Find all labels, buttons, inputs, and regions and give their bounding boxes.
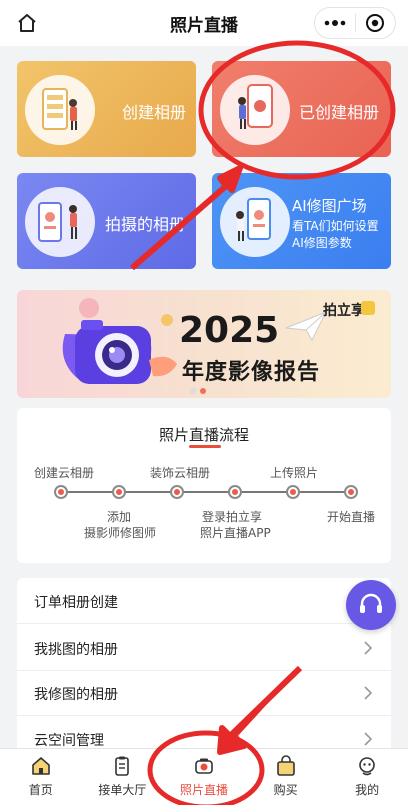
headset-icon <box>360 593 382 613</box>
top-bar: 照片直播 <box>0 0 408 46</box>
tab-label: 我的 <box>355 783 380 797</box>
banner-year: 2025 <box>179 310 280 351</box>
menu-list: 订单相册创建 我挑图的相册 我修图的相册 云空间管理 <box>17 578 391 748</box>
timeline-dot <box>344 485 358 499</box>
chevron-right-icon <box>363 731 373 748</box>
list-item-label: 云空间管理 <box>34 733 104 748</box>
shopping-bag-icon <box>274 754 298 778</box>
card-subtitle: 看TA们如何设置 <box>292 219 379 233</box>
timeline-dot <box>170 485 184 499</box>
mini-program-capsule <box>314 7 396 39</box>
create-album-card[interactable]: 创建相册 <box>17 61 196 157</box>
user-face-icon <box>355 754 379 778</box>
timeline-dot <box>228 485 242 499</box>
home-icon[interactable] <box>14 10 40 36</box>
process-step: 添加 <box>107 510 132 524</box>
home-tab-icon <box>29 754 53 778</box>
card-label: AI修图广场 <box>292 197 367 215</box>
process-step: 上传照片 <box>270 466 319 480</box>
list-item[interactable]: 订单相册创建 <box>17 578 391 624</box>
list-item[interactable]: 我挑图的相册 <box>17 625 391 671</box>
pager-dot-active <box>200 388 206 394</box>
process-step: 开始直播 <box>327 510 376 524</box>
created-albums-card[interactable]: 已创建相册 <box>212 61 391 157</box>
banner-subtitle: 年度影像报告 <box>182 360 321 385</box>
ai-retouch-plaza-card[interactable]: AI修图广场 看TA们如何设置 AI修图参数 <box>212 173 391 269</box>
chevron-right-icon <box>363 685 373 705</box>
tab-order-hall[interactable]: 接单大厅 <box>82 749 164 805</box>
bottom-tab-bar: 首页 接单大厅 照片直播 购买 我的 <box>0 748 408 805</box>
list-item[interactable]: 我修图的相册 <box>17 670 391 716</box>
card-subtitle: AI修图参数 <box>292 236 352 250</box>
pager-dot <box>190 388 196 394</box>
process-step: 创建云相册 <box>34 466 95 480</box>
annual-report-banner[interactable]: 拍立享 2025 年度影像报告 <box>17 290 391 398</box>
list-item[interactable]: 云空间管理 <box>17 716 391 748</box>
more-icon[interactable] <box>315 8 355 38</box>
tab-photo-live[interactable]: 照片直播 <box>163 749 245 805</box>
customer-service-button[interactable] <box>346 580 396 630</box>
ai-retouch-illustration <box>220 187 290 257</box>
process-step: 装饰云相册 <box>150 466 211 480</box>
timeline-dot <box>54 485 68 499</box>
tab-buy[interactable]: 购买 <box>245 749 327 805</box>
process-step: 照片直播APP <box>200 526 271 540</box>
close-icon[interactable] <box>355 8 395 38</box>
process-step: 摄影师修图师 <box>84 526 157 540</box>
card-label: 拍摄的相册 <box>105 215 186 234</box>
timeline-dot <box>112 485 126 499</box>
clipboard-icon <box>110 754 134 778</box>
camera-tab-icon <box>192 754 216 778</box>
camera-illustration <box>62 298 177 384</box>
tab-label: 接单大厅 <box>98 783 147 797</box>
process-step: 登录拍立享 <box>202 510 263 524</box>
process-timeline <box>62 491 352 493</box>
created-albums-illustration <box>220 75 290 145</box>
page-title: 照片直播 <box>170 15 238 36</box>
live-process-section: 照片直播流程 创建云相册 装饰云相册 上传照片 添加 摄影师修图师 登录拍立享 … <box>17 408 391 563</box>
brand-badge <box>361 301 375 315</box>
card-label: 已创建相册 <box>299 103 380 122</box>
shot-albums-card[interactable]: 拍摄的相册 <box>17 173 196 269</box>
chevron-right-icon <box>363 640 373 660</box>
process-title: 照片直播流程 <box>158 426 249 444</box>
create-album-illustration <box>25 75 95 145</box>
banner-pager <box>190 388 206 394</box>
tab-label: 购买 <box>273 783 298 797</box>
list-item-label: 我修图的相册 <box>34 687 118 703</box>
title-underline <box>189 445 221 448</box>
list-item-label: 订单相册创建 <box>34 595 118 611</box>
card-label: 创建相册 <box>122 103 187 122</box>
tab-label: 首页 <box>28 783 53 797</box>
tab-me[interactable]: 我的 <box>326 749 408 805</box>
tab-home[interactable]: 首页 <box>0 749 82 805</box>
tab-label: 照片直播 <box>179 783 228 797</box>
list-item-label: 我挑图的相册 <box>34 642 118 658</box>
brand-logo: 拍立享 <box>323 303 365 319</box>
shot-albums-illustration <box>25 187 95 257</box>
timeline-dot <box>286 485 300 499</box>
